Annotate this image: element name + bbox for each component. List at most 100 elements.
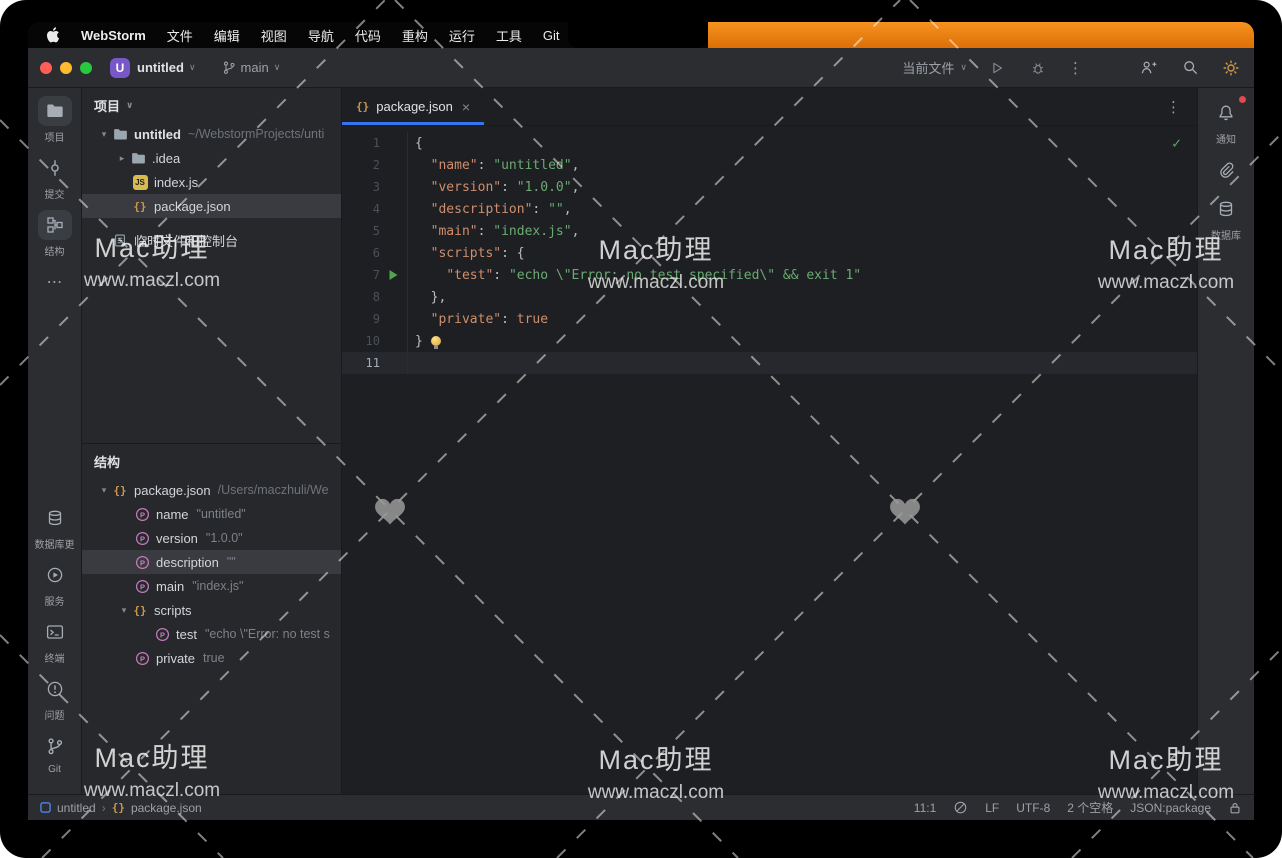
- code-line[interactable]: 10}: [342, 330, 1197, 352]
- menu-item-tools[interactable]: 工具: [496, 26, 522, 45]
- menu-item-git[interactable]: Git: [543, 28, 560, 43]
- tool-services[interactable]: 服务: [38, 560, 72, 608]
- gutter[interactable]: [380, 176, 408, 198]
- tree-row-indexjs[interactable]: JS index.js: [82, 170, 341, 194]
- tree-row-scratches[interactable]: 临时文件和控制台: [82, 228, 341, 252]
- code-editor[interactable]: 1{2 "name": "untitled",3 "version": "1.0…: [342, 126, 1197, 794]
- run-script-icon[interactable]: [388, 269, 399, 281]
- tool-project[interactable]: 项目: [38, 96, 72, 144]
- line-separator[interactable]: LF: [985, 801, 999, 815]
- gutter[interactable]: [380, 286, 408, 308]
- tool-commit[interactable]: 提交: [38, 153, 72, 201]
- tree-row-untitled[interactable]: ▾ untitled ~/WebstormProjects/unti: [82, 122, 341, 146]
- line-number: 8: [342, 290, 380, 304]
- structure-row-version[interactable]: P version "1.0.0": [82, 526, 341, 550]
- menu-item-refactor[interactable]: 重构: [402, 26, 428, 45]
- gutter[interactable]: [380, 220, 408, 242]
- code-line[interactable]: 11: [342, 352, 1197, 374]
- branch-name: main: [241, 60, 269, 75]
- structure-row-name[interactable]: P name "untitled": [82, 502, 341, 526]
- tool-git[interactable]: Git: [38, 731, 72, 775]
- structure-panel-title[interactable]: 结构: [94, 452, 120, 471]
- code-line[interactable]: 8 },: [342, 286, 1197, 308]
- menu-item-navigate[interactable]: 导航: [308, 26, 334, 45]
- terminal-icon: [46, 623, 64, 641]
- tool-database[interactable]: 数据库: [1209, 194, 1243, 242]
- code-line[interactable]: 3 "version": "1.0.0",: [342, 176, 1197, 198]
- tool-problems[interactable]: 问题: [38, 674, 72, 722]
- menu-app-name[interactable]: WebStorm: [81, 28, 146, 43]
- code-line[interactable]: 2 "name": "untitled",: [342, 154, 1197, 176]
- structure-row-private[interactable]: P private true: [82, 646, 341, 670]
- close-tab-icon[interactable]: ×: [462, 99, 470, 115]
- settings-gear-icon[interactable]: [1220, 57, 1242, 79]
- right-tool-strip: 通知 数据库: [1197, 88, 1254, 794]
- menu-item-view[interactable]: 视图: [261, 26, 287, 45]
- structure-row-main[interactable]: P main "index.js": [82, 574, 341, 598]
- project-selector[interactable]: untitled: [137, 60, 184, 75]
- structure-row-test[interactable]: P test "echo \"Error: no test s: [82, 622, 341, 646]
- code-line[interactable]: 5 "main": "index.js",: [342, 220, 1197, 242]
- caret-position[interactable]: 11:1: [914, 801, 936, 815]
- project-panel-title[interactable]: 项目: [94, 96, 120, 115]
- code-line[interactable]: 9 "private": true: [342, 308, 1197, 330]
- menu-item-file[interactable]: 文件: [167, 26, 193, 45]
- more-tools-button[interactable]: ⋯: [38, 267, 72, 297]
- lightbulb-icon[interactable]: [431, 336, 441, 346]
- tree-row-packagejson[interactable]: {} package.json: [82, 194, 341, 218]
- desktop-wallpaper: [708, 22, 1254, 48]
- chevron-down-icon[interactable]: ▾: [96, 486, 112, 495]
- menu-item-code[interactable]: 代码: [355, 26, 381, 45]
- gutter[interactable]: [380, 330, 408, 352]
- file-encoding[interactable]: UTF-8: [1016, 801, 1050, 815]
- code-line[interactable]: 6 "scripts": {: [342, 242, 1197, 264]
- menu-item-run[interactable]: 运行: [449, 26, 475, 45]
- chevron-down-icon[interactable]: ▾: [116, 606, 132, 615]
- code-line[interactable]: 1{: [342, 132, 1197, 154]
- file-type-schema[interactable]: JSON:package: [1130, 801, 1211, 815]
- git-branch-widget[interactable]: main ∨: [222, 60, 281, 75]
- code-line[interactable]: 7 "test": "echo \"Error: no test specifi…: [342, 264, 1197, 286]
- gutter[interactable]: [380, 154, 408, 176]
- chevron-down-icon[interactable]: ∨: [126, 101, 133, 110]
- zoom-window-button[interactable]: [80, 62, 92, 74]
- run-config-selector[interactable]: 当前文件 ∨: [902, 58, 967, 77]
- debug-button[interactable]: [1027, 57, 1049, 79]
- breadcrumb-module[interactable]: untitled: [57, 801, 96, 815]
- highlighting-level-icon[interactable]: [953, 800, 968, 815]
- structure-row-description[interactable]: P description "": [82, 550, 341, 574]
- menu-item-edit[interactable]: 编辑: [214, 26, 240, 45]
- project-avatar[interactable]: U: [110, 58, 130, 78]
- tool-terminal[interactable]: 终端: [38, 617, 72, 665]
- gutter[interactable]: [380, 198, 408, 220]
- tab-options-button[interactable]: ⋮: [1166, 98, 1197, 116]
- gutter[interactable]: [380, 242, 408, 264]
- gutter[interactable]: [380, 352, 408, 374]
- run-button[interactable]: [986, 57, 1008, 79]
- tree-row-idea[interactable]: ▸ .idea: [82, 146, 341, 170]
- search-everywhere-button[interactable]: [1179, 57, 1201, 79]
- gutter[interactable]: [380, 308, 408, 330]
- gutter[interactable]: [380, 264, 408, 286]
- apple-logo-icon[interactable]: [46, 27, 60, 43]
- tab-packagejson[interactable]: {} package.json ×: [342, 88, 484, 125]
- chevron-right-icon[interactable]: ▸: [114, 154, 130, 163]
- lock-icon[interactable]: [1228, 801, 1242, 815]
- inspections-ok-icon[interactable]: ✓: [1172, 134, 1181, 152]
- tool-ai-assistant[interactable]: [1209, 155, 1243, 185]
- breadcrumb-file[interactable]: package.json: [131, 801, 202, 815]
- structure-row-root[interactable]: ▾ {} package.json /Users/maczhuli/We: [82, 478, 341, 502]
- tool-notifications[interactable]: 通知: [1209, 98, 1243, 146]
- gutter[interactable]: [380, 132, 408, 154]
- close-window-button[interactable]: [40, 62, 52, 74]
- code-line[interactable]: 4 "description": "",: [342, 198, 1197, 220]
- tool-structure[interactable]: 结构: [38, 210, 72, 258]
- code-with-me-button[interactable]: [1138, 57, 1160, 79]
- indent-style[interactable]: 2 个空格: [1067, 799, 1113, 816]
- more-actions-button[interactable]: ⋮: [1068, 59, 1083, 77]
- chevron-down-icon[interactable]: ▾: [96, 130, 112, 139]
- svg-text:P: P: [139, 510, 144, 519]
- structure-row-scripts[interactable]: ▾ {} scripts: [82, 598, 341, 622]
- tool-database-changes[interactable]: 数据库更: [35, 503, 75, 551]
- minimize-window-button[interactable]: [60, 62, 72, 74]
